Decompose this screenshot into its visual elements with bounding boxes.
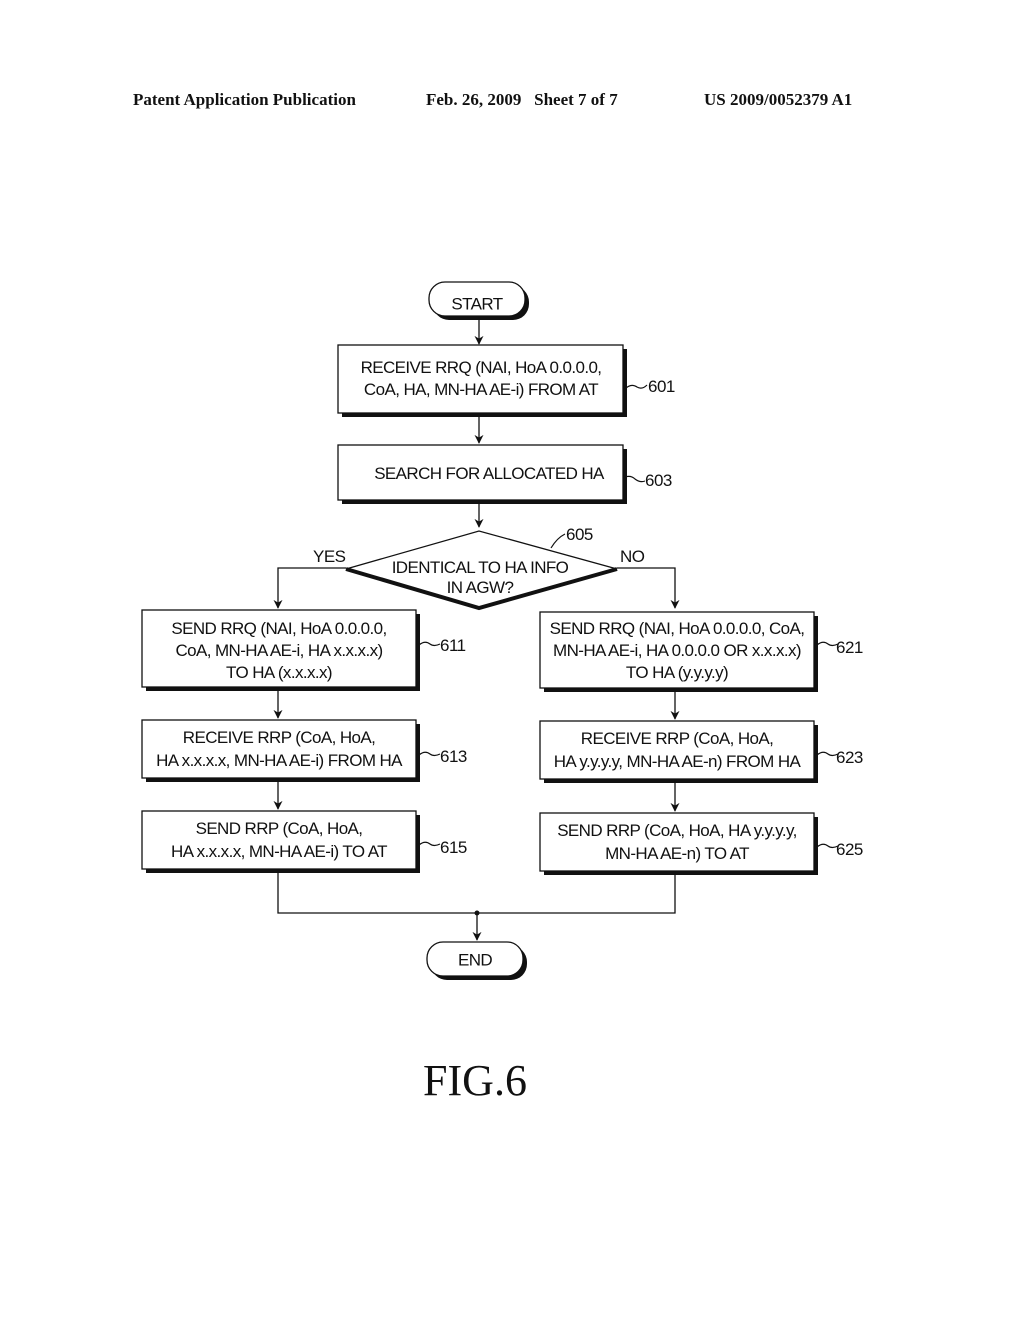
step-623-leader	[816, 751, 839, 757]
start-terminal: START	[428, 281, 529, 320]
step-625-ref: 625	[836, 840, 863, 859]
step-613-line-1: RECEIVE RRP (CoA, HoA,	[183, 728, 375, 747]
step-601-line-1: RECEIVE RRQ (NAI, HoA 0.0.0.0,	[361, 358, 602, 377]
connector-merge	[277, 869, 676, 914]
step-621-leader	[816, 641, 839, 647]
step-601-ref: 601	[648, 377, 675, 396]
step-615-ref: 615	[440, 838, 467, 857]
step-611-ref: 611	[440, 636, 466, 655]
start-label: START	[451, 294, 502, 313]
step-603-box: SEARCH FOR ALLOCATED HA	[337, 444, 627, 504]
decision-no-label: NO	[620, 547, 645, 566]
step-621-line-1: SEND RRQ (NAI, HoA 0.0.0.0, CoA,	[550, 619, 805, 638]
decision-605-ref: 605	[566, 525, 593, 544]
step-601-line-2: CoA, HA, MN-HA AE-i) FROM AT	[364, 380, 598, 399]
step-621-ref: 621	[836, 638, 863, 657]
step-613-line-2: HA x.x.x.x, MN-HA AE-i) FROM HA	[156, 751, 403, 770]
decision-605-line-2: IN AGW?	[447, 578, 514, 597]
step-621-line-3: TO HA (y.y.y.y)	[626, 663, 728, 682]
step-615-leader	[418, 841, 441, 847]
end-label: END	[458, 950, 492, 969]
connector-yes-611	[273, 567, 346, 609]
decision-yes-label: YES	[313, 547, 346, 566]
step-613-box: RECEIVE RRP (CoA, HoA, HA x.x.x.x, MN-HA …	[141, 719, 420, 782]
step-603-ref: 603	[645, 471, 672, 490]
step-611-box: SEND RRQ (NAI, HoA 0.0.0.0, CoA, MN-HA AE…	[141, 609, 420, 691]
step-623-box: RECEIVE RRP (CoA, HoA, HA y.y.y.y, MN-HA …	[539, 720, 818, 783]
step-611-line-1: SEND RRQ (NAI, HoA 0.0.0.0,	[171, 619, 386, 638]
step-625-leader	[816, 843, 839, 849]
step-625-line-1: SEND RRP (CoA, HoA, HA y.y.y.y,	[557, 821, 797, 840]
step-621-box: SEND RRQ (NAI, HoA 0.0.0.0, CoA, MN-HA AE…	[539, 611, 818, 692]
step-611-line-3: TO HA (x.x.x.x)	[226, 663, 332, 682]
step-603-leader	[624, 475, 646, 483]
decision-605-line-1: IDENTICAL TO HA INFO	[392, 558, 569, 577]
step-615-line-1: SEND RRP (CoA, HoA,	[196, 819, 363, 838]
step-611-leader	[418, 641, 441, 647]
step-603-line-1: SEARCH FOR ALLOCATED HA	[374, 464, 605, 483]
decision-605-leader	[550, 533, 566, 549]
step-611-line-2: CoA, MN-HA AE-i, HA x.x.x.x)	[175, 641, 382, 660]
step-623-line-1: RECEIVE RRP (CoA, HoA,	[581, 729, 773, 748]
step-613-leader	[418, 751, 441, 757]
step-601-leader	[624, 384, 648, 390]
step-615-box: SEND RRP (CoA, HoA, HA x.x.x.x, MN-HA AE-…	[141, 810, 420, 873]
step-621-line-2: MN-HA AE-i, HA 0.0.0.0 OR x.x.x.x)	[553, 641, 801, 660]
step-625-line-2: MN-HA AE-n) TO AT	[605, 844, 749, 863]
step-625-box: SEND RRP (CoA, HoA, HA y.y.y.y, MN-HA AE-…	[539, 812, 818, 875]
step-623-line-2: HA y.y.y.y, MN-HA AE-n) FROM HA	[554, 752, 802, 771]
figure-label: FIG.6	[423, 1056, 527, 1105]
step-615-line-2: HA x.x.x.x, MN-HA AE-i) TO AT	[171, 842, 387, 861]
step-623-ref: 623	[836, 748, 863, 767]
end-terminal: END	[426, 941, 527, 980]
connector-no-621	[617, 567, 680, 609]
flowchart: START RECEIVE RRQ (NAI, HoA 0.0.0.0, CoA,…	[141, 281, 863, 980]
step-601-box: RECEIVE RRQ (NAI, HoA 0.0.0.0, CoA, HA, M…	[337, 344, 627, 417]
step-613-ref: 613	[440, 747, 467, 766]
